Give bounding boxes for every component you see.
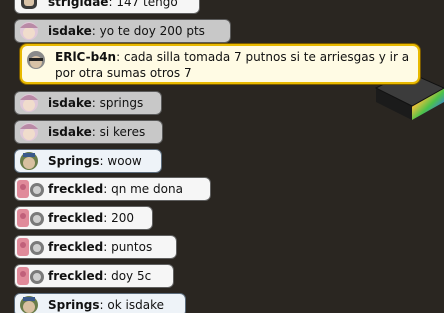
chat-bubble[interactable]: freckled: qn me dona (14, 177, 211, 201)
chat-bubble[interactable]: Springs: woow (14, 149, 162, 173)
game-room-viewport: strigidae: 147 tengo isdake: yo te doy 2… (0, 0, 444, 313)
chat-bubble[interactable]: isdake: yo te doy 200 pts (14, 19, 231, 43)
pig-icon (15, 236, 45, 258)
highlighted-chat-bubble[interactable]: ERlC-b4n: cada silla tomada 7 putnos si … (20, 44, 420, 84)
chat-bubble[interactable]: freckled: doy 5c (14, 264, 174, 288)
avatar-head-icon (22, 49, 52, 71)
avatar-head-icon (15, 150, 45, 172)
pig-icon (15, 178, 45, 200)
chat-bubble[interactable]: strigidae: 147 tengo (14, 0, 200, 14)
chat-bubble[interactable]: isdake: springs (14, 91, 162, 115)
chat-bubble[interactable]: freckled: 200 (14, 206, 153, 230)
pig-icon (15, 207, 45, 229)
avatar-head-icon (15, 20, 45, 42)
chat-bubble[interactable]: Springs: ok isdake (14, 293, 186, 313)
chat-bubble[interactable]: freckled: puntos (14, 235, 177, 259)
avatar-head-icon (15, 92, 45, 114)
avatar-head-icon (15, 121, 45, 143)
avatar-head-icon (15, 0, 45, 13)
pig-icon (15, 265, 45, 287)
avatar-head-icon (15, 294, 45, 313)
chat-bubble[interactable]: isdake: si keres (14, 120, 163, 144)
